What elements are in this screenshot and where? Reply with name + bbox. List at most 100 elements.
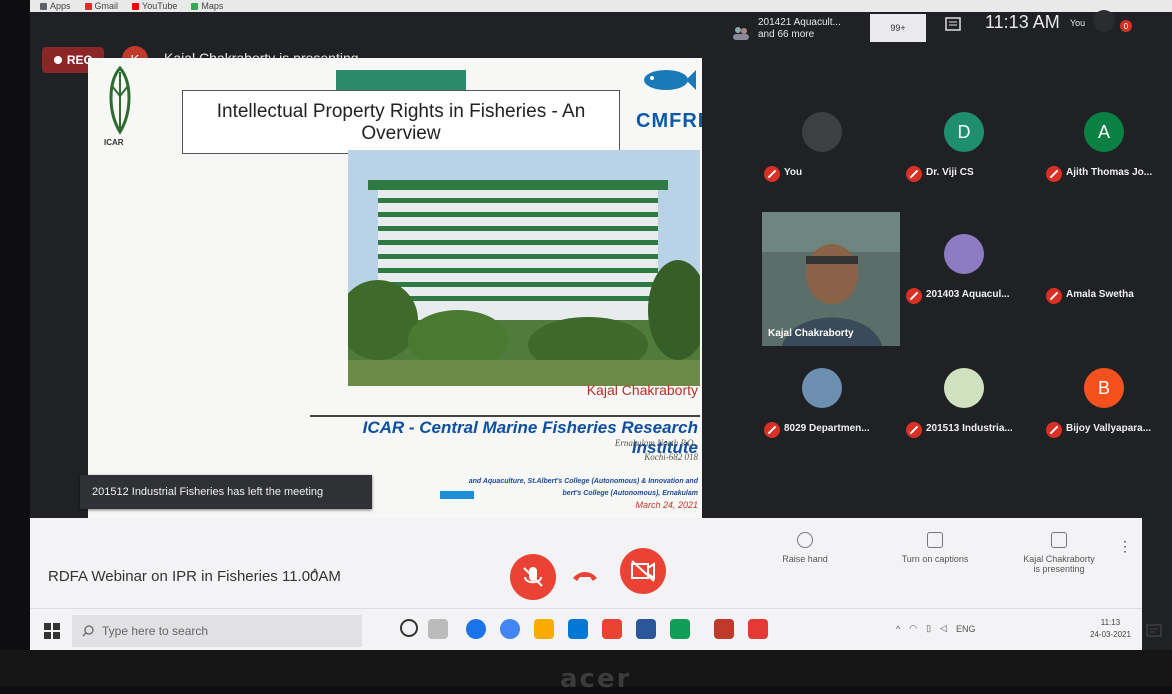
bookmark-gmail[interactable]: Gmail (84, 1, 119, 11)
bookmark-apps[interactable]: Apps (40, 1, 71, 11)
camera-off-icon (631, 560, 655, 582)
system-tray: ^ ◠ ▯ ◁ ENG (896, 623, 975, 634)
camera-toggle-button[interactable] (620, 548, 666, 594)
user-avatar[interactable] (1093, 10, 1115, 32)
chrome-icon[interactable] (500, 619, 520, 639)
participant-tile[interactable]: 8029 Departmen... (758, 344, 886, 466)
clock-date: 24-03-2021 (1090, 630, 1131, 639)
participants-summary[interactable]: 201421 Aquacult... and 66 more (758, 17, 841, 41)
slide-date: March 24, 2021 (635, 500, 698, 510)
windows-taskbar: Type here to search ^ ◠ ▯ ◁ ENG 11:13 24… (30, 608, 1162, 651)
tray-language[interactable]: ENG (956, 624, 976, 634)
participant-name: You (784, 167, 803, 178)
participant-avatar (944, 234, 984, 274)
cmfri-name: CMFRI (636, 110, 702, 132)
store-icon[interactable] (568, 619, 588, 639)
slide-tag (336, 70, 466, 90)
cortana-icon[interactable] (400, 619, 418, 637)
presenter-video (762, 212, 900, 346)
cmfri-fish-logo-icon (644, 70, 696, 90)
participant-tile[interactable]: 201513 Industria... (900, 344, 1028, 466)
taskbar-clock[interactable]: 11:13 24-03-2021 (1090, 617, 1131, 641)
bookmark-label: Maps (201, 1, 224, 11)
task-view-icon[interactable] (428, 619, 448, 639)
apps-icon (40, 2, 47, 10)
edge-icon[interactable] (466, 619, 486, 639)
search-icon (82, 625, 94, 637)
action-center-icon[interactable] (1146, 623, 1162, 639)
participant-name: Bijoy Vallyapara... (1066, 423, 1152, 434)
raise-hand-label: Raise hand (782, 554, 828, 564)
participant-avatar (944, 368, 984, 408)
present-icon (1051, 532, 1067, 548)
excel-icon[interactable] (670, 619, 690, 639)
captions-icon (927, 532, 943, 548)
icar-logo-icon (109, 65, 131, 135)
toast-message: 201512 Industrial Fisheries has left the… (92, 486, 324, 498)
bookmark-youtube[interactable]: YouTube (132, 1, 177, 11)
bookmark-label: Gmail (94, 1, 119, 11)
slide-title: Intellectual Property Rights in Fisherie… (216, 101, 586, 144)
clock-time: 11:13 (1100, 618, 1121, 627)
raise-hand-button[interactable]: Raise hand (760, 532, 850, 564)
participant-name: 201403 Aquacul... (926, 289, 1010, 300)
presenter-video-name: Kajal Chakraborty (768, 328, 854, 339)
speaker-name: Kajal Chakraborty (586, 382, 698, 398)
participant-name: Ajith Thomas Jo... (1066, 167, 1153, 178)
tray-arrow-icon[interactable]: ^ (896, 624, 900, 634)
mic-off-icon (1046, 288, 1062, 304)
mic-off-icon (764, 422, 780, 438)
tray-network-icon[interactable]: ◠ (909, 623, 917, 634)
mic-off-icon (906, 422, 922, 438)
presenting-button[interactable]: Kajal Chakraborty is presenting (1014, 532, 1104, 574)
mic-off-icon (906, 166, 922, 182)
participant-tile[interactable]: B Bijoy Vallyapara... (1040, 344, 1168, 466)
participant-tile[interactable]: A Ajith Thomas Jo... (1040, 88, 1168, 210)
meeting-details-toggle[interactable]: ^ (312, 566, 318, 581)
participants-count-button[interactable]: 99+ (870, 14, 926, 42)
bookmark-maps[interactable]: Maps (191, 1, 223, 11)
participant-avatar (1084, 234, 1124, 274)
presenting-label-line1: Kajal Chakraborty (1023, 554, 1095, 564)
icar-label: ICAR (104, 138, 124, 147)
meeting-title[interactable]: RDFA Webinar on IPR in Fisheries 11.00AM (48, 568, 341, 585)
windows-start-icon[interactable] (44, 623, 60, 639)
mic-off-icon (906, 288, 922, 304)
building-photo (348, 150, 700, 386)
bookmarks-bar: Apps Gmail YouTube Maps (30, 0, 1172, 12)
participant-name: Amala Swetha (1066, 289, 1134, 300)
word-icon[interactable] (636, 619, 656, 639)
you-label: You (1070, 18, 1086, 28)
footer-badge (440, 491, 474, 499)
photo-app-icon[interactable] (714, 619, 734, 639)
captions-label: Turn on captions (901, 554, 969, 564)
participant-tile[interactable]: 201403 Aquacul... (900, 210, 1028, 332)
participant-tile[interactable]: Amala Swetha (1040, 210, 1168, 332)
participant-avatar: B (1084, 368, 1124, 408)
taskbar-search[interactable]: Type here to search (72, 615, 362, 647)
office-icon[interactable] (602, 619, 622, 639)
tray-volume-icon[interactable]: ◁ (940, 623, 947, 634)
maps-icon (191, 2, 199, 10)
participant-tile[interactable]: You (758, 88, 886, 210)
more-options-button[interactable]: ⋮ (1118, 538, 1132, 555)
mic-toggle-button[interactable] (510, 554, 556, 600)
bookmark-label: Apps (50, 1, 71, 11)
end-call-button[interactable] (570, 566, 600, 586)
mic-off-icon (523, 567, 543, 587)
participant-avatar (802, 368, 842, 408)
participant-name: 8029 Departmen... (784, 423, 870, 434)
record-dot-icon (53, 56, 62, 64)
participant-name: 201513 Industria... (926, 423, 1013, 434)
pdf-reader-icon[interactable] (748, 619, 768, 639)
participant-name: Dr. Viji CS (926, 167, 974, 178)
participant-tile[interactable]: D Dr. Viji CS (900, 88, 1028, 210)
presenter-video-tile[interactable]: Kajal Chakraborty (762, 212, 900, 346)
people-icon[interactable] (732, 26, 750, 40)
captions-button[interactable]: Turn on captions (890, 532, 980, 564)
mic-off-icon (764, 166, 780, 182)
tray-battery-icon[interactable]: ▯ (926, 623, 931, 634)
participants-line1: 201421 Aquacult... (758, 17, 841, 28)
chat-icon[interactable] (944, 16, 962, 34)
file-explorer-icon[interactable] (534, 619, 554, 639)
